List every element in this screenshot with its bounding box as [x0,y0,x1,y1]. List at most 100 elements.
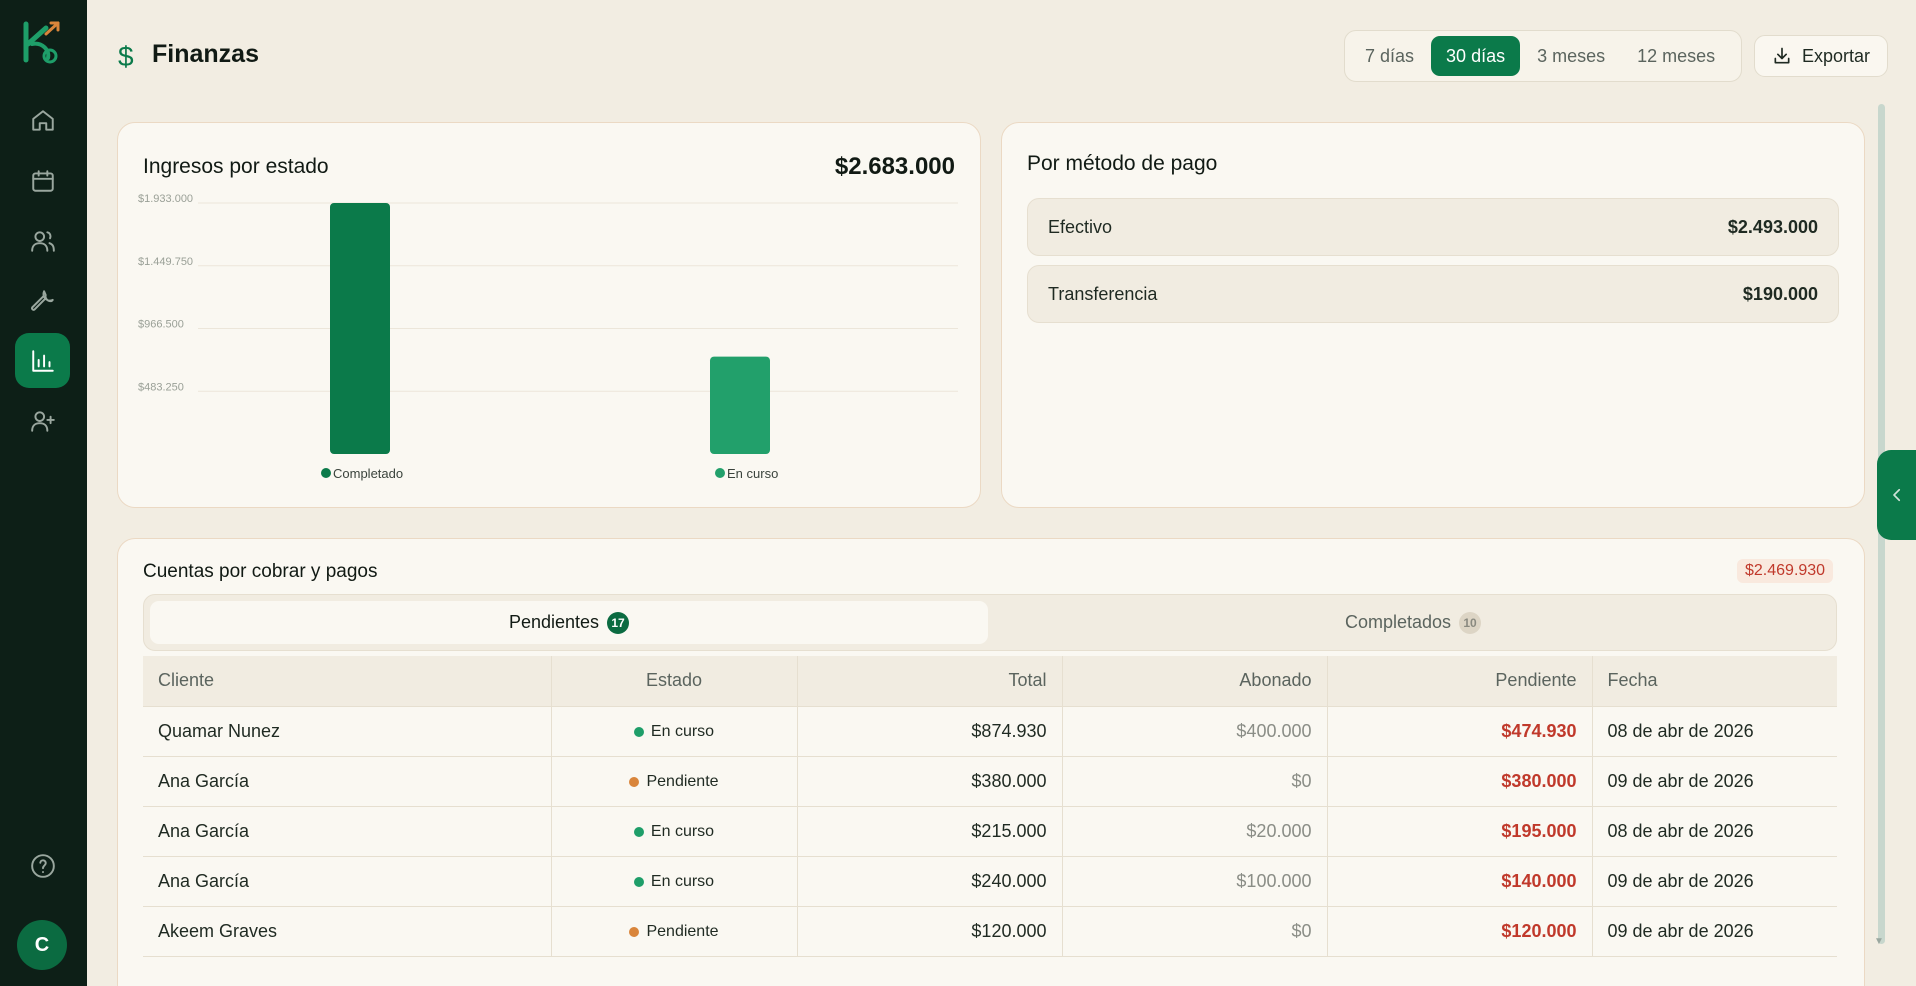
range-3-months[interactable]: 3 meses [1522,36,1620,76]
cell-status: En curso [551,706,798,757]
cell-status: Pendiente [551,756,798,807]
legend-dot [715,468,725,478]
table-row[interactable]: Quamar Nunez En curso $874.930 $400.000 $474… [143,706,1837,757]
nav-add-user[interactable] [15,393,70,448]
cell-status: Pendiente [551,906,798,957]
wrench-icon [30,289,54,311]
cell-total: $380.000 [797,756,1063,807]
page-title: Finanzas [152,40,259,68]
column-header-date[interactable]: Fecha [1592,656,1837,707]
status-badge: En curso [633,872,715,891]
legend-dot [321,468,331,478]
cell-status: En curso [551,856,798,907]
status-label: En curso [650,872,715,890]
range-30-days[interactable]: 30 días [1431,36,1521,76]
status-badge: En curso [633,722,715,741]
accounts-table: Cliente Estado Total Abonado Pendiente F… [143,656,1837,957]
accounts-title: Cuentas por cobrar y pagos [143,561,378,582]
download-icon [1774,47,1790,64]
payment-method-label: Efectivo [1048,216,1113,237]
nav-help[interactable] [15,838,70,893]
y-tick-label: $1.933.000 [138,193,193,205]
calendar-icon [31,169,54,192]
nav-services[interactable] [15,273,70,328]
tab-pending[interactable]: Pendientes 17 [150,601,988,644]
status-label: Pendiente [646,772,719,790]
payment-method-row: Transferencia $190.000 [1027,265,1839,323]
chart-bar-completado[interactable] [330,203,390,454]
nav-finances[interactable] [15,333,70,388]
table-row[interactable]: Ana García En curso $215.000 $20.000 $195.00… [143,806,1837,857]
column-header-status[interactable]: Estado [551,656,798,707]
cell-client: Ana García [143,756,552,807]
app-logo[interactable] [20,20,64,64]
chart-bar-en-curso[interactable] [710,356,770,454]
payment-method-title: Por método de pago [1027,152,1218,175]
sidebar: C [0,0,87,986]
payment-method-amount: $2.493.000 [1727,216,1818,237]
column-header-total[interactable]: Total [797,656,1063,707]
date-range-selector: 7 días 30 días 3 meses 12 meses [1344,30,1742,82]
cell-date: 09 de abr de 2026 [1592,906,1837,957]
status-dot [633,726,644,737]
nav-calendar[interactable] [15,153,70,208]
payment-method-label: Transferencia [1048,283,1158,304]
export-button[interactable]: Exportar [1754,35,1888,77]
column-header-client[interactable]: Cliente [143,656,552,707]
scroll-down-arrow[interactable]: ▼ [1874,936,1884,947]
column-header-pending[interactable]: Pendiente [1327,656,1593,707]
dollar-icon: $ [118,41,134,72]
tab-completed-label: Completados [1344,612,1452,632]
payment-method-row: Efectivo $2.493.000 [1027,198,1839,256]
home-icon [31,109,54,131]
accounts-tabs: Pendientes 17 Completados 10 [143,594,1837,651]
tab-completed[interactable]: Completados 10 [994,601,1832,644]
payment-method-amount: $190.000 [1742,283,1818,304]
cell-client: Ana García [143,806,552,857]
column-header-paid[interactable]: Abonado [1062,656,1328,707]
cell-pending: $195.000 [1327,806,1593,857]
table-header-row: Cliente Estado Total Abonado Pendiente F… [143,656,1837,707]
cell-total: $215.000 [797,806,1063,857]
payment-method-card: Por método de pago Efectivo $2.493.000 T… [1001,122,1865,508]
cell-client: Ana García [143,856,552,907]
cell-total: $120.000 [797,906,1063,957]
nav-home[interactable] [15,93,70,148]
cell-paid: $0 [1062,756,1328,807]
table-row[interactable]: Ana García En curso $240.000 $100.000 $140.0… [143,856,1837,907]
status-badge: Pendiente [629,772,719,791]
range-12-months[interactable]: 12 meses [1622,36,1730,76]
collapse-panel-button[interactable] [1877,450,1916,540]
y-tick-label: $966.500 [138,319,184,331]
user-avatar[interactable]: C [17,920,67,970]
avatar-initial: C [34,933,50,956]
range-7-days[interactable]: 7 días [1350,36,1429,76]
cell-paid: $400.000 [1062,706,1328,757]
cell-date: 09 de abr de 2026 [1592,856,1837,907]
x-category-label: En curso [727,466,778,481]
nav-clients[interactable] [15,213,70,268]
cell-date: 09 de abr de 2026 [1592,756,1837,807]
cell-paid: $100.000 [1062,856,1328,907]
tab-completed-count: 10 [1459,611,1482,634]
income-bar-chart: $483.250 $966.500 $1.449.750 $1.933.000 Comp… [138,193,958,481]
cell-paid: $0 [1062,906,1328,957]
status-dot [629,776,640,787]
y-tick-label: $483.250 [138,381,184,393]
table-row[interactable]: Akeem Graves Pendiente $120.000 $0 $120.000 0… [143,906,1837,957]
export-label: Exportar [1801,45,1871,66]
cell-pending: $474.930 [1327,706,1593,757]
cell-total: $874.930 [797,706,1063,757]
cell-paid: $20.000 [1062,806,1328,857]
cell-client: Akeem Graves [143,906,552,957]
help-icon [30,853,55,878]
accounts-total-badge: $2.469.930 [1737,559,1834,583]
status-label: En curso [650,822,715,840]
chevron-left-icon [1892,488,1900,502]
user-plus-icon [30,410,55,432]
status-label: En curso [650,722,715,740]
x-category-label: Completado [333,466,403,481]
cell-date: 08 de abr de 2026 [1592,806,1837,857]
table-row[interactable]: Ana García Pendiente $380.000 $0 $380.000 09 … [143,756,1837,807]
cell-pending: $120.000 [1327,906,1593,957]
